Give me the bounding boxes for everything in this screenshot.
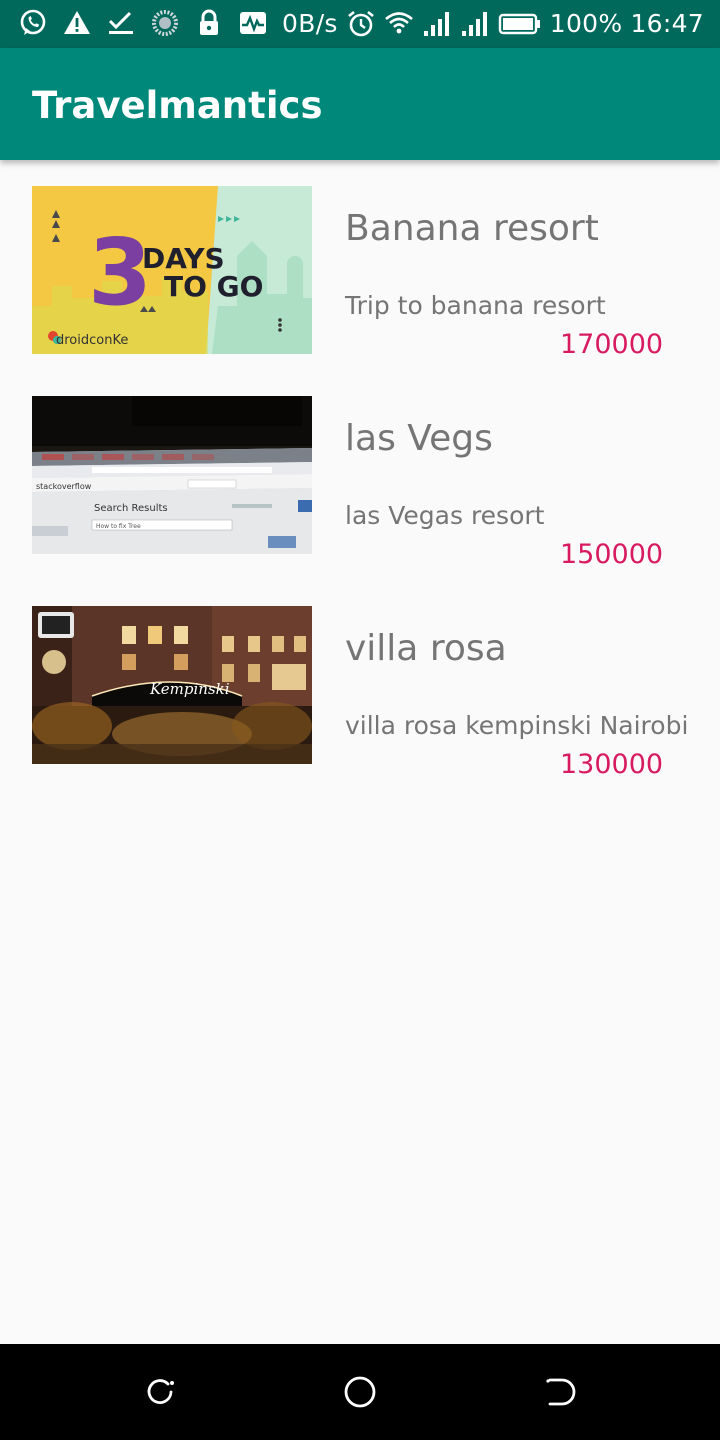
banner-brand: droidconKe <box>56 333 128 348</box>
net-speed: 0B/s <box>282 9 338 38</box>
so-query: How to fix Tree <box>96 523 141 530</box>
app-title: Travelmantics <box>32 84 323 127</box>
deal-image: stackoverflow Search Results How to fix … <box>32 396 312 554</box>
back-icon[interactable] <box>542 1374 578 1410</box>
deal-list-item[interactable]: Kempinski villa rosa villa rosa kempinsk… <box>0 580 720 780</box>
kempinski-hotel-photo: Kempinski <box>32 606 312 764</box>
sync-circle-icon <box>152 10 178 36</box>
battery-percent: 100% <box>549 9 623 38</box>
deal-price: 130000 <box>560 749 664 780</box>
home-icon[interactable] <box>342 1374 378 1410</box>
alarm-icon <box>347 10 374 37</box>
signal-icon <box>461 12 487 36</box>
hotel-sign: Kempinski <box>149 680 230 698</box>
deal-title: las Vegs <box>345 418 493 459</box>
deal-title: villa rosa <box>345 628 507 669</box>
deal-list-item[interactable]: 3 DAYS TO GO droidconKe Banana resort Tr… <box>0 160 720 360</box>
navigation-bar <box>0 1344 720 1440</box>
signal-icon <box>423 12 449 36</box>
deal-description: villa rosa kempinski Nairobi <box>345 711 689 740</box>
deal-list-item[interactable]: stackoverflow Search Results How to fix … <box>0 370 720 570</box>
status-notifications <box>18 8 268 38</box>
activity-icon <box>240 12 266 34</box>
droidcon-banner-image: 3 DAYS TO GO droidconKe <box>32 186 312 354</box>
deal-image: Kempinski <box>32 606 312 764</box>
battery-icon <box>498 13 540 35</box>
warning-icon <box>64 11 90 34</box>
status-system: 0B/s 100% 16:47 <box>282 8 704 40</box>
status-bar: 0B/s 100% 16:47 <box>0 0 720 48</box>
clock: 16:47 <box>630 9 704 38</box>
deal-image: 3 DAYS TO GO droidconKe <box>32 186 312 354</box>
deal-price: 150000 <box>560 539 664 570</box>
so-logo: stackoverflow <box>36 482 92 491</box>
checklist-icon <box>108 11 133 34</box>
deal-title: Banana resort <box>345 208 599 249</box>
app-bar: Travelmantics <box>0 48 720 160</box>
whatsapp-icon <box>20 9 46 35</box>
deal-description: Trip to banana resort <box>345 291 606 320</box>
recent-apps-icon[interactable] <box>142 1374 178 1410</box>
deal-price: 170000 <box>560 329 664 360</box>
stackoverflow-screen-photo: stackoverflow Search Results How to fix … <box>32 396 312 554</box>
so-heading: Search Results <box>94 503 168 514</box>
wifi-icon <box>384 12 413 34</box>
banner-togo: TO GO <box>164 270 263 303</box>
lock-icon <box>200 9 218 35</box>
deal-description: las Vegas resort <box>345 501 545 530</box>
